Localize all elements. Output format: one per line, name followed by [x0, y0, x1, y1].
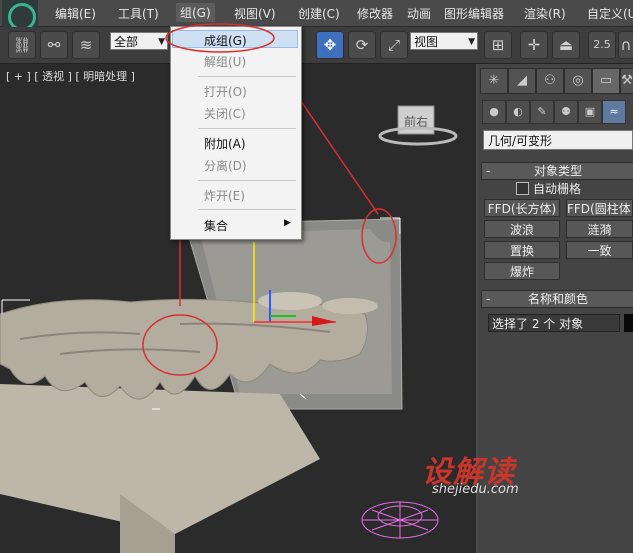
- displace-button[interactable]: 置换: [484, 241, 560, 259]
- annotation-ring-overlay: [165, 23, 275, 53]
- object-type-rollout[interactable]: - 对象类型: [481, 162, 633, 180]
- menu-separator: [198, 180, 296, 181]
- menu-item-assembly[interactable]: 集合: [204, 217, 228, 234]
- conform-button[interactable]: 一致: [566, 241, 633, 259]
- rollout-title: 名称和颜色: [527, 292, 588, 306]
- autogrid-label: 自动栅格: [533, 182, 582, 196]
- motion-tab[interactable]: ◎: [564, 68, 592, 94]
- menu-separator: [198, 76, 296, 77]
- annotation-circle-group-item: [165, 23, 275, 53]
- rollout-title: 对象类型: [533, 164, 582, 178]
- shapes-icon[interactable]: ◐: [506, 100, 530, 124]
- object-color-swatch[interactable]: [624, 314, 633, 332]
- menu-separator: [198, 128, 296, 129]
- display-tab[interactable]: ▭: [592, 68, 620, 94]
- geometry-icon[interactable]: ●: [482, 100, 506, 124]
- object-name-field[interactable]: 选择了 2 个 对象: [488, 314, 620, 332]
- menu-item-explode[interactable]: 炸开(E): [204, 187, 245, 204]
- menu-item-attach[interactable]: 附加(A): [204, 135, 246, 152]
- hierarchy-tab[interactable]: ⚇: [536, 68, 564, 94]
- name-color-rollout[interactable]: - 名称和颜色: [481, 290, 633, 308]
- utilities-tab[interactable]: ⚒: [620, 68, 633, 94]
- ffd-cyl-button[interactable]: FFD(圆柱体): [566, 199, 633, 217]
- category-dropdown[interactable]: 几何/可变形: [483, 130, 633, 150]
- ripple-button[interactable]: 涟漪: [566, 220, 633, 238]
- menu-separator: [198, 209, 296, 210]
- create-tab[interactable]: ✳: [480, 68, 508, 94]
- bomb-button[interactable]: 爆炸: [484, 262, 560, 280]
- submenu-arrow-icon: ▶: [284, 218, 291, 228]
- menu-item-close[interactable]: 关闭(C): [204, 105, 246, 122]
- lights-icon[interactable]: ✎: [530, 100, 554, 124]
- helpers-icon[interactable]: ▣: [578, 100, 602, 124]
- ffd-box-button[interactable]: FFD(长方体): [484, 199, 560, 217]
- modify-tab[interactable]: ◢: [508, 68, 536, 94]
- wave-button[interactable]: 波浪: [484, 220, 560, 238]
- space-warps-icon[interactable]: ≈: [602, 100, 626, 124]
- menu-item-detach[interactable]: 分离(D): [204, 157, 247, 174]
- watermark-url: shejiedu.com: [432, 482, 519, 497]
- cameras-icon[interactable]: ⚉: [554, 100, 578, 124]
- menu-item-open[interactable]: 打开(O): [204, 83, 247, 100]
- autogrid-checkbox[interactable]: [516, 182, 529, 195]
